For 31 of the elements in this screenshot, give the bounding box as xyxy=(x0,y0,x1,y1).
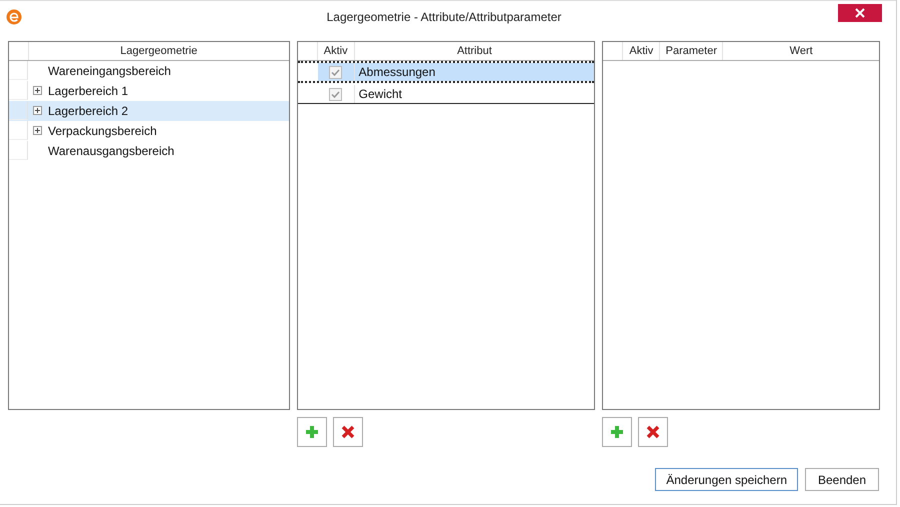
add-button[interactable] xyxy=(296,417,327,447)
delete-button[interactable] xyxy=(638,417,668,447)
column-header: Lagergeometrie xyxy=(119,44,198,59)
column-header: Attribut xyxy=(456,44,493,59)
column-header: Parameter xyxy=(660,42,724,60)
attribute-row[interactable]: Gewicht xyxy=(298,83,594,104)
column-header: Aktiv xyxy=(623,42,660,60)
plus-icon xyxy=(304,424,320,440)
window-title: Lagergeometrie - Attribute/Attributparameter xyxy=(326,10,562,24)
column-header: Wert xyxy=(788,44,814,59)
save-button[interactable]: Änderungen speichern xyxy=(655,468,798,491)
exit-button[interactable]: Beenden xyxy=(805,468,879,491)
expand-icon[interactable] xyxy=(33,106,42,115)
close-button[interactable] xyxy=(838,4,882,22)
delete-button[interactable] xyxy=(332,417,363,447)
column-header: Aktiv xyxy=(318,42,355,60)
tree-item[interactable]: Wareneingangsbereich xyxy=(9,61,289,81)
expand-icon[interactable] xyxy=(33,126,42,135)
add-button[interactable] xyxy=(602,417,632,447)
cross-icon xyxy=(340,424,356,440)
cross-icon xyxy=(645,424,662,440)
tree-item[interactable]: Warenausgangsbereich xyxy=(9,141,289,161)
expand-icon[interactable] xyxy=(33,86,42,95)
checkbox[interactable] xyxy=(329,66,342,78)
tree-item[interactable]: Lagerbereich 1 xyxy=(9,81,289,101)
app-logo-icon xyxy=(6,9,22,25)
tree-item[interactable]: Verpackungsbereich xyxy=(9,121,289,141)
plus-icon xyxy=(609,424,626,440)
checkbox[interactable] xyxy=(329,88,342,100)
close-icon xyxy=(855,8,865,18)
tree-item[interactable]: Lagerbereich 2 xyxy=(9,101,289,121)
